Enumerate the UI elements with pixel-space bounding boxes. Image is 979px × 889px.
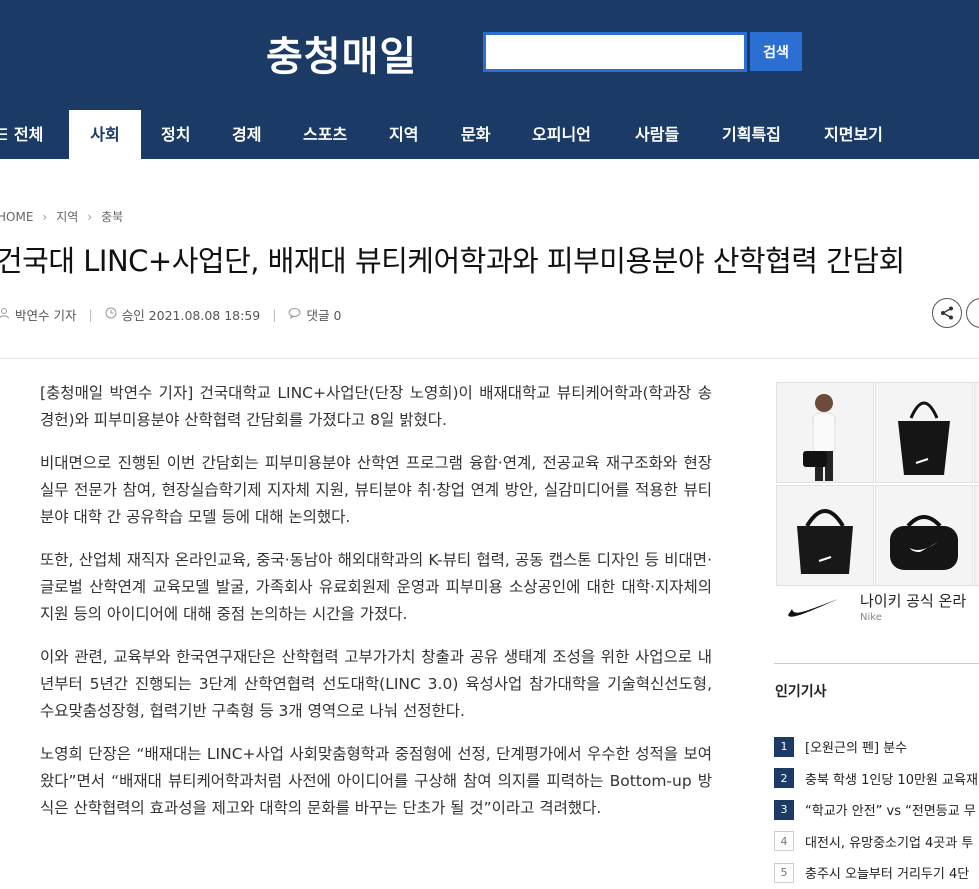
search-button[interactable]: 검색 <box>750 32 802 71</box>
article-meta: 박연수 기자 | 승인 2021.08.08 18:59 | 댓글 0 <box>0 305 341 324</box>
ad-product-image[interactable] <box>875 485 973 586</box>
popular-item-title[interactable]: [오원근의 펜] 분수 <box>805 737 907 756</box>
nav-item-people[interactable]: 사람들 <box>635 110 679 159</box>
popular-item-title[interactable]: 충주시 오늘부터 거리두기 4단 <box>805 863 969 882</box>
popular-item-title[interactable]: 충북 학생 1인당 10만원 교육재 <box>805 769 978 788</box>
article-paragraph: 비대면으로 진행된 이번 간담회는 피부미용분야 산학연 프로그램 융합·연계,… <box>40 454 712 526</box>
ad-product-image[interactable] <box>776 485 874 586</box>
nav-item-special[interactable]: 기획특집 <box>722 110 781 159</box>
site-logo[interactable]: 충청매일 <box>266 24 417 82</box>
popular-title: 인기기사 <box>775 684 827 700</box>
popular-item-title[interactable]: 대전시, 유망중소기업 4곳과 투 <box>805 832 973 851</box>
breadcrumb-chungbuk[interactable]: 충북 <box>101 210 123 224</box>
article-paragraph: 노영희 단장은 “배재대는 LINC+사업 사회맞춤형학과 중점형에 선정, 단… <box>40 745 712 817</box>
nav-item-opinion[interactable]: 오피니언 <box>532 110 591 159</box>
font-size-button[interactable] <box>966 298 979 328</box>
nav-item-sports[interactable]: 스포츠 <box>303 110 347 159</box>
popular-item[interactable]: 2 충북 학생 1인당 10만원 교육재 <box>774 763 979 795</box>
breadcrumb-home[interactable]: HOME <box>0 210 33 224</box>
ad-product-image[interactable] <box>974 485 979 586</box>
approved-date: 승인 2021.08.08 18:59 <box>121 308 261 323</box>
clock-icon <box>105 307 117 322</box>
ad-product-image[interactable] <box>776 382 874 483</box>
popular-item[interactable]: 4 대전시, 유망중소기업 4곳과 투 <box>774 826 979 858</box>
article-paragraph: 또한, 산업체 재직자 온라인교육, 중국·동남아 해외대학과의 K-뷰티 협력… <box>40 551 712 623</box>
main-nav: ☰ 전체 사회 정치 경제 스포츠 지역 문화 오피니언 사람들 기획특집 지면… <box>0 110 979 159</box>
sidebar-divider <box>774 663 979 664</box>
rank-badge: 4 <box>774 831 794 852</box>
ad-product-image[interactable] <box>974 382 979 483</box>
chevron-right-icon: › <box>42 210 48 224</box>
header-divider <box>0 358 979 359</box>
article-body: [충청매일 박연수 기자] 건국대학교 LINC+사업단(단장 노영희)이 배재… <box>40 380 712 838</box>
popular-item[interactable]: 1 [오원근의 펜] 분수 <box>774 731 979 763</box>
nav-item-culture[interactable]: 문화 <box>461 110 490 159</box>
nav-item-epaper[interactable]: 지면보기 <box>824 110 883 159</box>
share-icon <box>941 306 953 320</box>
article-paragraph: 이와 관련, 교육부와 한국연구재단은 산학협력 고부가가치 창출과 공유 생태… <box>40 648 712 720</box>
comment-count[interactable]: 댓글 0 <box>306 305 341 324</box>
nav-all-menu[interactable]: ☰ 전체 <box>0 110 43 159</box>
search-input[interactable] <box>483 32 747 72</box>
rank-badge: 2 <box>774 768 794 789</box>
meta-divider: | <box>272 307 277 322</box>
ad-product-image[interactable] <box>875 382 973 483</box>
chevron-right-icon: › <box>87 210 93 224</box>
article-paragraph: [충청매일 박연수 기자] 건국대학교 LINC+사업단(단장 노영희)이 배재… <box>40 384 712 429</box>
popular-item[interactable]: 3 “학교가 안전” vs “전면등교 무 <box>774 794 979 826</box>
rank-badge: 5 <box>774 862 794 883</box>
rank-badge: 3 <box>774 799 794 820</box>
ad-banner[interactable] <box>776 382 979 622</box>
nav-item-politics[interactable]: 정치 <box>161 110 190 159</box>
user-icon <box>0 307 10 322</box>
breadcrumb-region[interactable]: 지역 <box>56 210 78 224</box>
breadcrumb: HOME › 지역 › 충북 <box>0 208 123 225</box>
reporter-name: 박연수 기자 <box>15 308 77 323</box>
nav-item-region[interactable]: 지역 <box>389 110 418 159</box>
ad-brand: Nike <box>860 612 882 623</box>
nav-item-society[interactable]: 사회 <box>69 110 141 159</box>
comment-icon <box>288 307 301 322</box>
meta-divider: | <box>88 307 93 322</box>
site-header: 충청매일 검색 ☰ 전체 사회 정치 경제 스포츠 지역 문화 오피니언 사람들… <box>0 0 979 159</box>
popular-item[interactable]: 5 충주시 오늘부터 거리두기 4단 <box>774 857 979 889</box>
rank-badge: 1 <box>774 736 794 757</box>
article-title: 건국대 LINC+사업단, 배재대 뷰티케어학과와 피부미용분야 산학협력 간담… <box>0 244 905 278</box>
ad-title[interactable]: 나이키 공식 온라 <box>860 590 966 611</box>
nav-item-economy[interactable]: 경제 <box>232 110 261 159</box>
nike-logo-icon <box>786 595 840 623</box>
share-button[interactable] <box>932 298 962 328</box>
popular-item-title[interactable]: “학교가 안전” vs “전면등교 무 <box>805 800 976 819</box>
